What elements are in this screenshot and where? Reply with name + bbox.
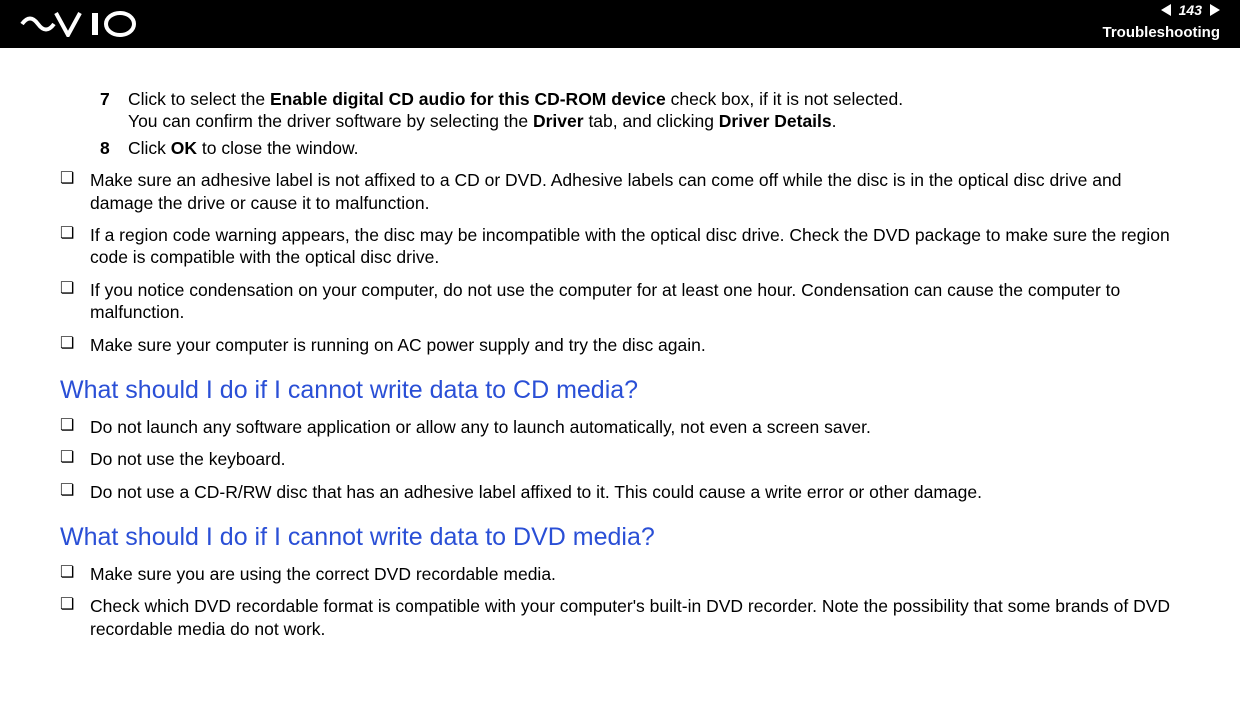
section-heading: What should I do if I cannot write data … xyxy=(60,374,1180,406)
bullet-item: ❏ Make sure you are using the correct DV… xyxy=(60,563,1180,585)
bullet-icon: ❏ xyxy=(60,416,90,438)
bullet-icon: ❏ xyxy=(60,224,90,269)
bullet-text: If you notice condensation on your compu… xyxy=(90,279,1180,324)
bullet-item: ❏ Check which DVD recordable format is c… xyxy=(60,595,1180,640)
step-number: 8 xyxy=(100,137,128,159)
bullet-item: ❏ Make sure your computer is running on … xyxy=(60,334,1180,356)
bullet-item: ❏ Make sure an adhesive label is not aff… xyxy=(60,169,1180,214)
bullet-icon: ❏ xyxy=(60,563,90,585)
section-label: Troubleshooting xyxy=(1103,24,1221,41)
bullet-text: If a region code warning appears, the di… xyxy=(90,224,1180,269)
bullet-item: ❏ If you notice condensation on your com… xyxy=(60,279,1180,324)
bullet-text: Do not use a CD-R/RW disc that has an ad… xyxy=(90,481,1180,503)
section-heading: What should I do if I cannot write data … xyxy=(60,521,1180,553)
bullet-text: Check which DVD recordable format is com… xyxy=(90,595,1180,640)
page-number: 143 xyxy=(1179,2,1202,18)
vaio-logo xyxy=(20,11,150,37)
step-number: 7 xyxy=(100,88,128,133)
prev-page-icon[interactable] xyxy=(1161,4,1171,16)
bullet-item: ❏ Do not launch any software application… xyxy=(60,416,1180,438)
bullet-icon: ❏ xyxy=(60,334,90,356)
step-item: 7 Click to select the Enable digital CD … xyxy=(60,88,1180,133)
bullet-item: ❏ If a region code warning appears, the … xyxy=(60,224,1180,269)
bullet-text: Do not launch any software application o… xyxy=(90,416,1180,438)
step-item: 8 Click OK to close the window. xyxy=(60,137,1180,159)
bullet-icon: ❏ xyxy=(60,279,90,324)
bullet-text: Make sure your computer is running on AC… xyxy=(90,334,1180,356)
bullet-icon: ❏ xyxy=(60,595,90,640)
bullet-text: Make sure an adhesive label is not affix… xyxy=(90,169,1180,214)
step-text: Click OK to close the window. xyxy=(128,137,1180,159)
bullet-icon: ❏ xyxy=(60,481,90,503)
next-page-icon[interactable] xyxy=(1210,4,1220,16)
step-text: Click to select the Enable digital CD au… xyxy=(128,88,1180,133)
page-header: 143 Troubleshooting xyxy=(0,0,1240,48)
bullet-item: ❏ Do not use a CD-R/RW disc that has an … xyxy=(60,481,1180,503)
page-content: 7 Click to select the Enable digital CD … xyxy=(0,48,1240,660)
bullet-item: ❏ Do not use the keyboard. xyxy=(60,448,1180,470)
page-nav: 143 xyxy=(1161,2,1220,18)
bullet-text: Do not use the keyboard. xyxy=(90,448,1180,470)
bullet-text: Make sure you are using the correct DVD … xyxy=(90,563,1180,585)
bullet-icon: ❏ xyxy=(60,169,90,214)
bullet-icon: ❏ xyxy=(60,448,90,470)
